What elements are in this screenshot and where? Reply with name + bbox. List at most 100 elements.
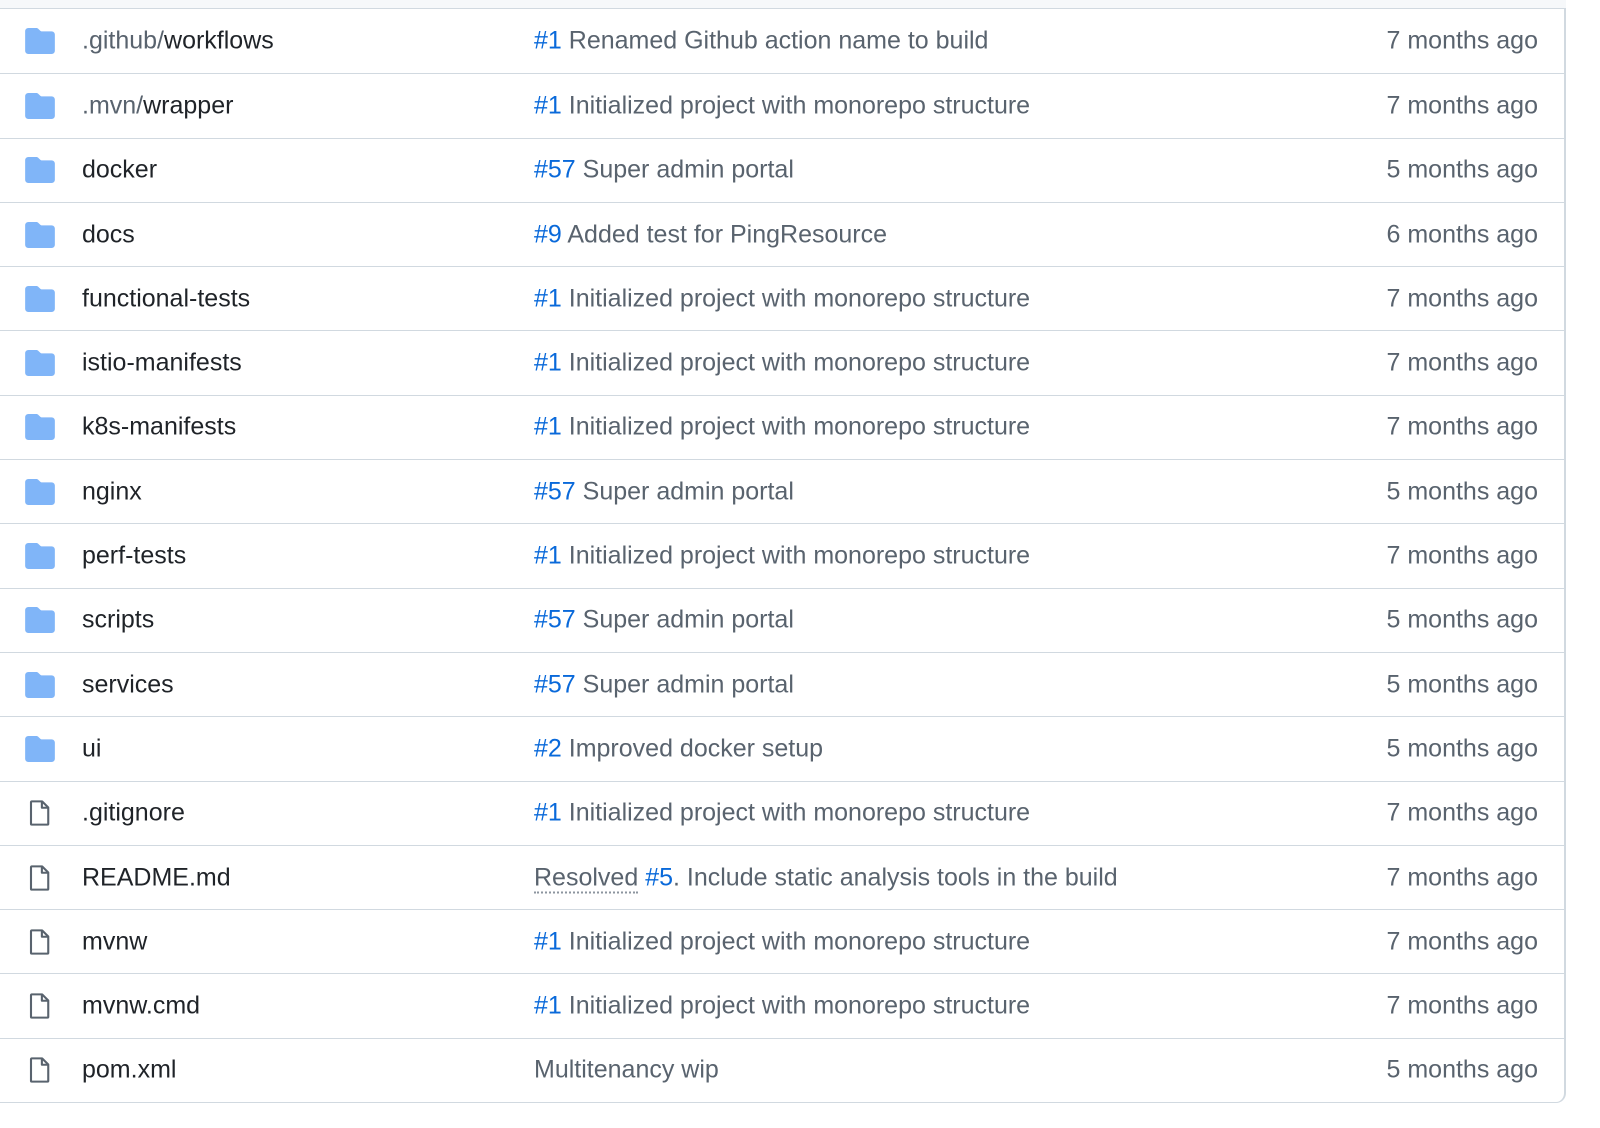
file-name-link[interactable]: scripts — [82, 606, 154, 635]
file-name-link[interactable]: services — [82, 670, 174, 699]
commit-date: 7 months ago — [1386, 412, 1539, 441]
file-row-k8s-manifests[interactable]: k8s-manifests #1 Initialized project wit… — [0, 394, 1564, 459]
commit-message-text[interactable]: . Include static analysis tools in the b… — [673, 863, 1118, 891]
commit-message-text[interactable]: Super admin portal — [576, 156, 794, 184]
commit-message-text[interactable]: Super admin portal — [576, 606, 794, 634]
file-name: pom.xml — [82, 1055, 177, 1084]
file-row-mvnw[interactable]: mvnw #1 Initialized project with monorep… — [0, 909, 1564, 973]
issue-link[interactable]: #57 — [534, 156, 576, 184]
file-name-link[interactable]: docs — [82, 220, 135, 249]
issue-link[interactable]: #1 — [534, 413, 562, 441]
file-row-perf-tests[interactable]: perf-tests #1 Initialized project with m… — [0, 523, 1564, 587]
commit-message-text[interactable]: Initialized project with monorepo struct… — [562, 992, 1030, 1020]
commit-message: #1 Renamed Github action name to build — [534, 27, 988, 56]
file-name-link[interactable]: .gitignore — [82, 799, 185, 828]
file-name-link[interactable]: .mvn/wrapper — [82, 91, 233, 120]
issue-link[interactable]: #1 — [534, 91, 562, 119]
folder-icon — [24, 90, 56, 122]
file-name-link[interactable]: README.md — [82, 863, 231, 892]
file-name-link[interactable]: ui — [82, 734, 101, 763]
issue-link[interactable]: #57 — [534, 670, 576, 698]
commit-date: 7 months ago — [1386, 541, 1539, 570]
file-name: docker — [82, 155, 158, 184]
issue-link[interactable]: #57 — [534, 477, 576, 505]
file-name: scripts — [82, 605, 155, 634]
file-row-docs[interactable]: docs #9 Added test for PingResource 6 mo… — [0, 201, 1564, 266]
commit-message-text[interactable]: Initialized project with monorepo struct… — [562, 349, 1030, 377]
commit-message-text[interactable]: Improved docker setup — [562, 734, 823, 762]
file-name-link[interactable]: pom.xml — [82, 1056, 176, 1085]
file-list-header-strip — [0, 0, 1566, 8]
file-row-istio-manifests[interactable]: istio-manifests #1 Initialized project w… — [0, 330, 1564, 394]
commit-message-text[interactable]: Initialized project with monorepo struct… — [562, 284, 1030, 312]
commit-message-text[interactable]: Initialized project with monorepo struct… — [562, 799, 1030, 827]
commit-message: #57 Super admin portal — [534, 156, 794, 185]
file-name-link[interactable]: .github/workflows — [82, 27, 274, 56]
file-icon — [24, 862, 56, 894]
file-name-link[interactable]: mvnw — [82, 927, 147, 956]
commit-date: 5 months ago — [1386, 155, 1539, 184]
file-row-services[interactable]: services #57 Super admin portal 5 months… — [0, 651, 1564, 716]
commit-message-text[interactable]: Added test for PingResource — [562, 220, 887, 248]
issue-link[interactable]: #1 — [534, 27, 562, 55]
issue-link[interactable]: #1 — [534, 349, 562, 377]
issue-link[interactable]: #1 — [534, 992, 562, 1020]
file-row-mvnw-cmd[interactable]: mvnw.cmd #1 Initialized project with mon… — [0, 973, 1564, 1037]
commit-message: #57 Super admin portal — [534, 670, 794, 699]
commit-message-text[interactable]: Initialized project with monorepo struct… — [562, 91, 1030, 119]
issue-link[interactable]: #57 — [534, 606, 576, 634]
file-row-functional-tests[interactable]: functional-tests #1 Initialized project … — [0, 266, 1564, 330]
issue-link[interactable]: #1 — [534, 284, 562, 312]
folder-icon — [24, 347, 56, 379]
issue-link[interactable]: #1 — [534, 799, 562, 827]
file-icon — [24, 1054, 56, 1086]
commit-date: 5 months ago — [1386, 1055, 1539, 1084]
file-list: .github/workflows #1 Renamed Github acti… — [0, 8, 1566, 1104]
issue-link[interactable]: #1 — [534, 542, 562, 570]
file-row-docker[interactable]: docker #57 Super admin portal 5 months a… — [0, 137, 1564, 202]
file-row-scripts[interactable]: scripts #57 Super admin portal 5 months … — [0, 587, 1564, 652]
folder-icon — [24, 154, 56, 186]
file-name-link[interactable]: nginx — [82, 477, 142, 506]
commit-date: 5 months ago — [1386, 605, 1539, 634]
commit-date: 7 months ago — [1386, 927, 1539, 956]
commit-message-text[interactable]: Initialized project with monorepo struct… — [562, 413, 1030, 441]
commit-message-text[interactable]: Initialized project with monorepo struct… — [562, 542, 1030, 570]
file-row-workflows[interactable]: .github/workflows #1 Renamed Github acti… — [0, 9, 1564, 73]
file-name-link[interactable]: perf-tests — [82, 542, 186, 571]
commit-message: #1 Initialized project with monorepo str… — [534, 992, 1030, 1021]
file-icon — [24, 990, 56, 1022]
issue-link[interactable]: #1 — [534, 927, 562, 955]
folder-icon — [24, 604, 56, 636]
issue-link[interactable]: #5 — [645, 863, 673, 891]
file-name: ui — [82, 734, 102, 763]
file-row-ui[interactable]: ui #2 Improved docker setup 5 months ago — [0, 716, 1564, 780]
commit-message-text[interactable]: Super admin portal — [576, 477, 794, 505]
file-name-link[interactable]: docker — [82, 156, 157, 185]
folder-icon — [24, 733, 56, 765]
folder-icon — [24, 476, 56, 508]
folder-icon — [24, 283, 56, 315]
issue-link[interactable]: #9 — [534, 220, 562, 248]
file-name: functional-tests — [82, 284, 251, 313]
file-name: services — [82, 670, 174, 699]
commit-message-text[interactable]: Super admin portal — [576, 670, 794, 698]
file-row-gitignore[interactable]: .gitignore #1 Initialized project with m… — [0, 780, 1564, 845]
commit-message: Multitenancy wip — [534, 1056, 719, 1085]
file-name: workflows — [164, 26, 274, 55]
file-row-pom-xml[interactable]: pom.xml Multitenancy wip 5 months ago — [0, 1037, 1564, 1102]
commit-message: #1 Initialized project with monorepo str… — [534, 799, 1030, 828]
file-name-link[interactable]: mvnw.cmd — [82, 992, 200, 1021]
file-row-nginx[interactable]: nginx #57 Super admin portal 5 months ag… — [0, 459, 1564, 523]
commit-message-text[interactable]: Renamed Github action name to build — [562, 27, 989, 55]
file-name-link[interactable]: k8s-manifests — [82, 413, 236, 442]
file-row-readme-md[interactable]: README.md Resolved #5. Include static an… — [0, 844, 1564, 909]
commit-message-prefix[interactable]: Resolved — [534, 863, 639, 893]
commit-message-text[interactable]: Initialized project with monorepo struct… — [562, 927, 1030, 955]
file-name-link[interactable]: functional-tests — [82, 284, 250, 313]
issue-link[interactable]: #2 — [534, 734, 562, 762]
file-name-link[interactable]: istio-manifests — [82, 349, 242, 378]
commit-message-text[interactable]: Multitenancy wip — [534, 1056, 719, 1084]
file-row-wrapper[interactable]: .mvn/wrapper #1 Initialized project with… — [0, 73, 1564, 137]
commit-date: 7 months ago — [1386, 348, 1539, 377]
